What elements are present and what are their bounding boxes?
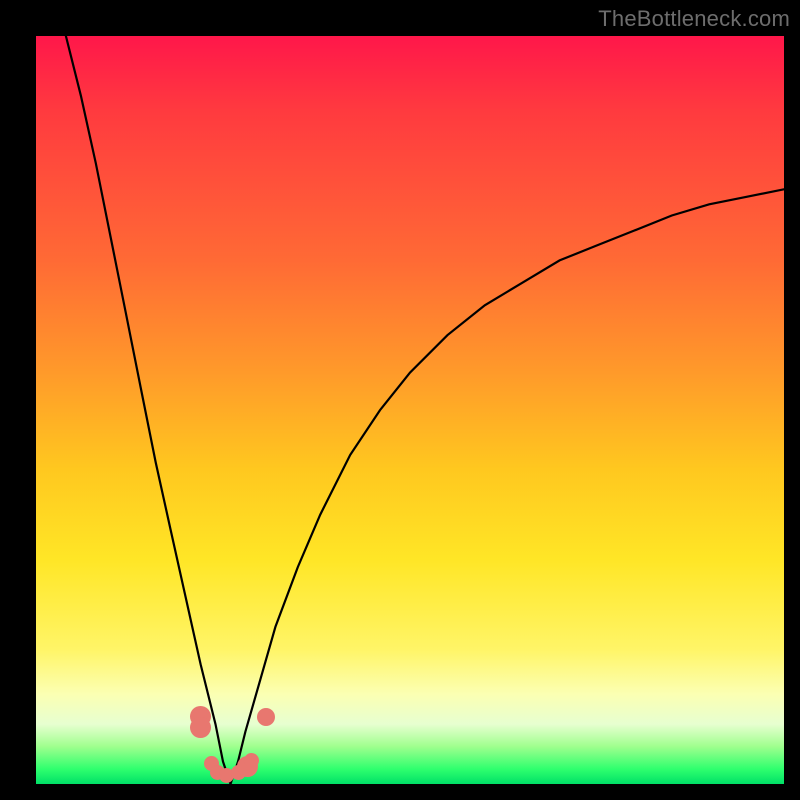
right-branch-path: [231, 189, 785, 784]
curve-marker: [257, 708, 275, 726]
chart-frame: TheBottleneck.com: [0, 0, 800, 800]
watermark-text: TheBottleneck.com: [598, 6, 790, 32]
left-branch-path: [66, 36, 231, 784]
plot-area: [36, 36, 784, 784]
curve-marker: [244, 753, 259, 768]
curve-layer: [36, 36, 784, 784]
